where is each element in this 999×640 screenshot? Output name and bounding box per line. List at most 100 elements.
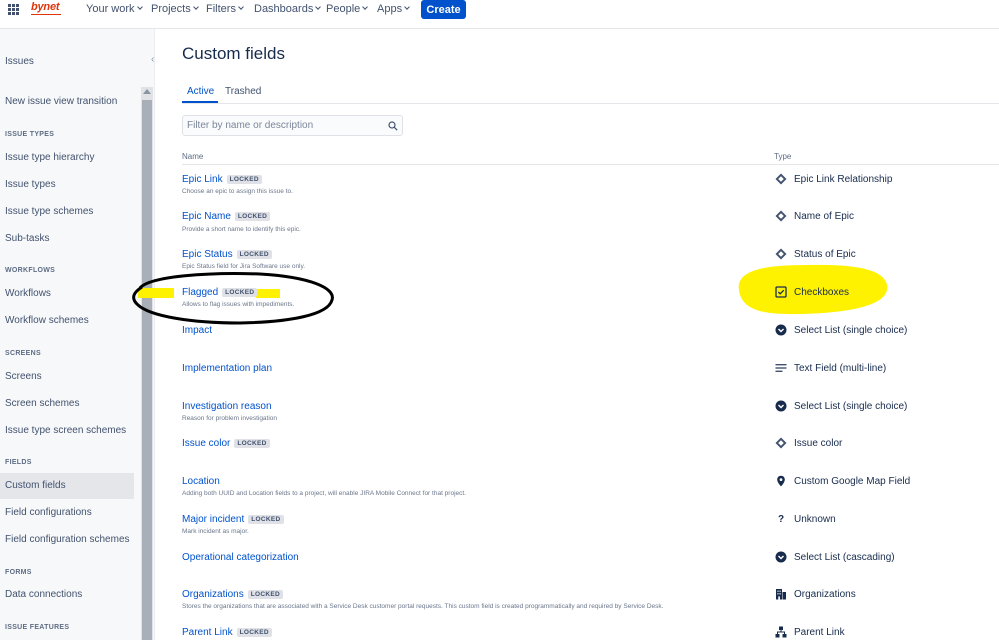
field-type: Epic Link Relationship <box>794 174 893 185</box>
field-name-operational-categorization[interactable]: Operational categorization <box>182 552 299 563</box>
map-pin-icon <box>775 475 787 487</box>
field-description: Epic Status field for Jira Software use … <box>182 263 306 270</box>
locked-badge: LOCKED <box>236 628 272 637</box>
sidebar-item-issue-types[interactable]: Issue types <box>5 179 56 190</box>
field-name-location[interactable]: Location <box>182 476 220 487</box>
logo[interactable]: bynet <box>31 1 60 13</box>
sidebar-item-screen-schemes[interactable]: Screen schemes <box>5 398 79 409</box>
field-type: Status of Epic <box>794 249 856 260</box>
locked-badge: LOCKED <box>234 212 271 221</box>
chevron-down-icon <box>192 4 199 10</box>
chevron-circle-icon <box>775 551 787 563</box>
sidebar-item-issue-type-schemes[interactable]: Issue type schemes <box>5 206 93 217</box>
nav-people[interactable]: People <box>326 3 369 15</box>
field-type: Text Field (multi-line) <box>794 363 887 374</box>
locked-badge: LOCKED <box>236 250 272 259</box>
chevron-down-icon <box>238 4 244 10</box>
locked-badge: LOCKED <box>226 175 262 184</box>
field-name-organizations[interactable]: Organizations LOCKED <box>182 589 283 600</box>
nav-dashboards[interactable]: Dashboards <box>254 3 322 15</box>
top-navigation: bynet Your work Projects Filters Dashboa… <box>0 0 999 29</box>
nav-projects[interactable]: Projects <box>151 3 199 15</box>
collapse-sidebar-icon[interactable]: ‹ <box>151 54 154 65</box>
sidebar-heading-issue-features: ISSUE FEATURES <box>5 624 70 631</box>
sidebar-heading-screens: SCREENS <box>5 350 41 357</box>
black-circle-annotation <box>132 272 334 325</box>
sidebar-heading-issue-types: ISSUE TYPES <box>5 131 55 138</box>
field-name-implementation-plan[interactable]: Implementation plan <box>182 363 272 374</box>
sidebar-scrollbar-thumb[interactable] <box>142 100 152 640</box>
create-button[interactable]: Create <box>421 0 466 19</box>
field-type: Select List (single choice) <box>794 325 908 336</box>
field-description: Provide a short name to identify this ep… <box>182 226 301 233</box>
yellow-highlight-mark <box>138 288 174 298</box>
nav-apps[interactable]: Apps <box>377 3 410 15</box>
field-description: Mark incident as major. <box>182 528 249 535</box>
checkbox-icon <box>775 286 787 298</box>
locked-badge: LOCKED <box>248 515 284 524</box>
field-name-impact[interactable]: Impact <box>182 325 212 336</box>
sidebar-item-sub-tasks[interactable]: Sub-tasks <box>5 233 49 244</box>
field-description: Choose an epic to assign this issue to. <box>182 188 293 195</box>
sidebar-item-screens[interactable]: Screens <box>5 371 42 382</box>
scroll-up-arrow-icon[interactable] <box>143 89 151 94</box>
sidebar-heading-workflows: WORKFLOWS <box>5 267 56 274</box>
field-type: Select List (single choice) <box>794 401 908 412</box>
locked-badge: LOCKED <box>222 288 258 297</box>
header-divider <box>182 164 999 165</box>
sidebar-item-field-configurations[interactable]: Field configurations <box>5 507 92 518</box>
field-name-flagged[interactable]: Flagged LOCKED <box>182 287 258 298</box>
hierarchy-icon <box>775 626 787 638</box>
yellow-highlight-mark <box>256 289 280 298</box>
field-name-issue-color[interactable]: Issue color LOCKED <box>182 438 270 449</box>
field-name-epic-name[interactable]: Epic Name LOCKED <box>182 211 271 222</box>
chevron-down-icon <box>136 4 143 10</box>
field-name-major-incident[interactable]: Major incident LOCKED <box>182 514 284 525</box>
tab-trashed[interactable]: Trashed <box>225 86 261 97</box>
diamond-icon <box>775 210 787 222</box>
sidebar-heading-fields: FIELDS <box>5 459 32 466</box>
sidebar-item-new-issue-view-transition[interactable]: New issue view transition <box>5 96 117 107</box>
sidebar-heading-forms: FORMS <box>5 569 32 576</box>
locked-badge: LOCKED <box>247 590 283 599</box>
nav-your-work[interactable]: Your work <box>86 3 143 15</box>
column-header-type: Type <box>774 152 792 161</box>
field-description: Stores the organizations that are associ… <box>182 603 664 610</box>
chevron-circle-icon <box>775 324 787 336</box>
locked-badge: LOCKED <box>234 439 270 448</box>
sidebar-item-issues[interactable]: Issues <box>5 56 34 67</box>
sidebar-item-workflow-schemes[interactable]: Workflow schemes <box>5 315 89 326</box>
building-icon <box>775 588 787 600</box>
page-title: Custom fields <box>182 44 285 63</box>
sidebar-item-field-configuration-schemes[interactable]: Field configuration schemes <box>5 534 130 545</box>
sidebar-item-issue-type-hierarchy[interactable]: Issue type hierarchy <box>5 152 95 163</box>
search-icon[interactable] <box>388 121 398 131</box>
app-switcher-icon[interactable] <box>8 4 19 15</box>
field-type: Organizations <box>794 589 856 600</box>
sidebar-item-custom-fields[interactable]: Custom fields <box>5 480 66 491</box>
field-type: Custom Google Map Field <box>794 476 911 487</box>
field-description: Allows to flag issues with impediments. <box>182 301 295 308</box>
nav-filters[interactable]: Filters <box>206 3 244 15</box>
field-type: Checkboxes <box>794 287 850 298</box>
sidebar-item-data-connections[interactable]: Data connections <box>5 589 82 600</box>
field-description: Adding both UUID and Location fields to … <box>182 490 466 497</box>
tab-active[interactable]: Active <box>187 86 214 97</box>
column-header-name[interactable]: Name <box>182 152 203 161</box>
chevron-down-icon <box>404 4 410 10</box>
field-description: Reason for problem investigation <box>182 415 278 422</box>
filter-input[interactable] <box>187 119 377 132</box>
filter-box <box>182 115 403 136</box>
sidebar-item-workflows[interactable]: Workflows <box>5 288 51 299</box>
field-name-epic-status[interactable]: Epic Status LOCKED <box>182 249 272 260</box>
chevron-circle-icon <box>775 400 787 412</box>
field-name-parent-link[interactable]: Parent Link LOCKED <box>182 627 272 638</box>
field-name-investigation-reason[interactable]: Investigation reason <box>182 401 272 412</box>
field-type: Issue color <box>794 438 843 449</box>
field-type: Name of Epic <box>794 211 855 222</box>
field-name-epic-link[interactable]: Epic Link LOCKED <box>182 174 262 185</box>
chevron-down-icon <box>362 4 369 10</box>
field-type: Unknown <box>794 514 836 525</box>
sidebar-item-issue-type-screen-schemes[interactable]: Issue type screen schemes <box>5 425 126 436</box>
field-type: Parent Link <box>794 627 845 638</box>
